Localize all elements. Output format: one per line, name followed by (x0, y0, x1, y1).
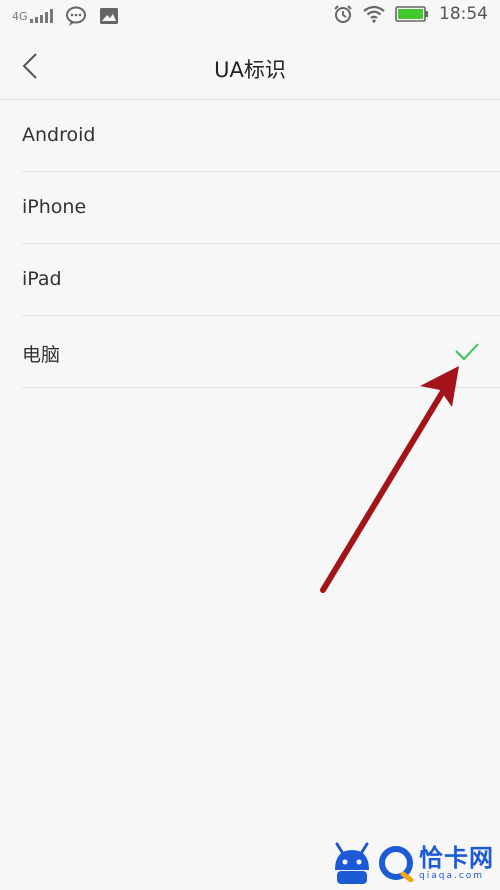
network-type: 4G (12, 10, 28, 23)
status-bar: 4G 18:54 (0, 0, 500, 34)
signal-icon (29, 9, 53, 23)
ua-option-iphone[interactable]: iPhone (22, 172, 500, 244)
chat-bubble-icon (65, 6, 86, 26)
wifi-icon (363, 5, 385, 23)
checkmark-icon (455, 343, 479, 361)
ua-option-label: 电脑 (22, 344, 61, 366)
watermark-text: 恰卡网 qiaqa.com (419, 845, 494, 881)
ua-option-android[interactable]: Android (22, 100, 500, 172)
watermark-url: qiaqa.com (419, 871, 485, 881)
ua-option-ipad[interactable]: iPad (22, 244, 500, 316)
status-bar-right: 18:54 (333, 4, 488, 24)
ua-option-label: iPad (22, 268, 62, 290)
ua-option-label: iPhone (22, 196, 87, 218)
page-title: UA标识 (214, 58, 286, 82)
navigation-header: UA标识 (0, 34, 500, 100)
watermark-brand: 恰卡网 (419, 844, 494, 872)
alarm-clock-icon (334, 5, 352, 23)
ua-option-computer[interactable]: 电脑 (22, 316, 500, 388)
status-bar-left: 4G (12, 5, 119, 27)
clock-time: 18:54 (439, 4, 488, 24)
logo-ring-icon (379, 846, 414, 882)
ua-option-list: Android iPhone iPad 电脑 (0, 100, 500, 388)
android-mascot-icon (335, 842, 369, 884)
image-icon (99, 8, 118, 24)
cellular-status: 4G (12, 9, 53, 23)
watermark-logo: 恰卡网 qiaqa.com (331, 840, 494, 886)
battery-icon (395, 6, 428, 22)
ua-option-label: Android (22, 124, 96, 146)
